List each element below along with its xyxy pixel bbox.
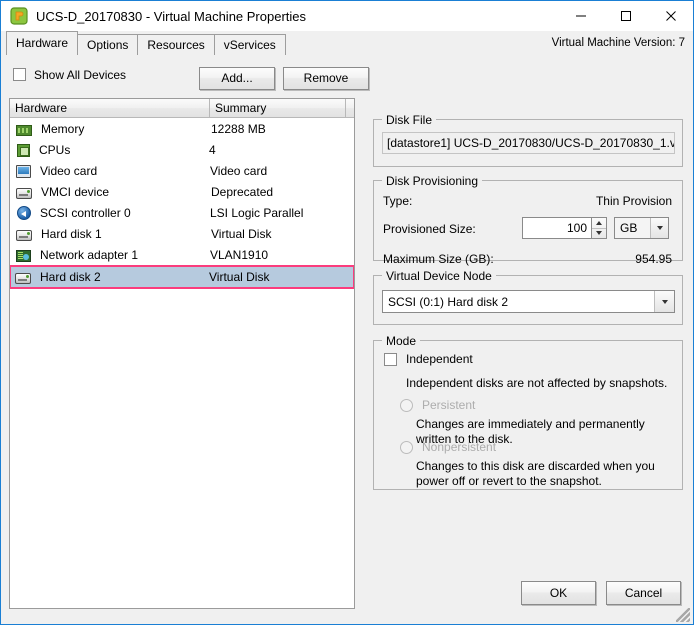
hardware-list-rows: Memory 12288 MB CPUs 4 Video card Video … [10,118,354,289]
table-row[interactable]: CPUs 4 [10,139,354,160]
table-row[interactable]: Video card Video card [10,160,354,181]
virtual-device-node-select[interactable]: SCSI (0:1) Hard disk 2 [382,290,675,313]
stepper-up-icon[interactable] [592,218,606,229]
cpu-icon [17,144,30,157]
row-summary: Deprecated [211,184,274,199]
disk-file-path: [datastore1] UCS-D_20170830/UCS-D_201708… [382,132,675,154]
show-all-devices-label: Show All Devices [34,67,127,82]
independent-checkbox[interactable] [384,352,397,366]
unit-select[interactable]: GB [614,217,669,239]
row-summary: 4 [209,142,216,157]
independent-row[interactable]: Independent [384,352,473,366]
disk-provisioning-group-title: Disk Provisioning [382,174,483,188]
row-name: Hard disk 1 [41,226,102,241]
row-summary: 12288 MB [211,121,266,136]
tab-strip: Hardware Options Resources vServices Vir… [1,31,693,55]
virtual-device-node-group-title: Virtual Device Node [382,269,496,283]
type-label: Type: [383,194,413,208]
show-all-devices-row: Show All Devices Add... Remove [13,67,369,91]
nonpersistent-description: Changes to this disk are discarded when … [416,459,655,488]
network-icon [16,249,31,262]
persistent-label: Persistent [422,398,476,412]
tab-options[interactable]: Options [77,34,139,55]
chevron-down-icon[interactable] [654,291,674,312]
title-bar: UCS-D_20170830 - Virtual Machine Propert… [1,1,693,31]
chevron-down-icon[interactable] [650,218,668,238]
provisioned-size-input[interactable]: 100 [522,217,592,239]
tab-hardware[interactable]: Hardware [6,31,79,55]
row-summary: LSI Logic Parallel [210,205,304,220]
row-name: SCSI controller 0 [40,205,131,220]
type-value: Thin Provision [595,194,672,208]
table-row-selected[interactable]: Hard disk 2 Virtual Disk [10,265,354,289]
content-area: Show All Devices Add... Remove Hardware … [1,55,693,624]
quantity-stepper[interactable] [592,217,607,239]
vm-icon [9,6,29,26]
virtual-device-node-group: Virtual Device Node SCSI (0:1) Hard disk… [373,269,683,325]
add-button[interactable]: Add... [199,67,275,90]
tab-vservices[interactable]: vServices [213,34,286,55]
window-controls [558,1,693,31]
maximum-size-value: 954.95 [635,252,672,266]
disk-file-group: Disk File [datastore1] UCS-D_20170830/UC… [373,113,683,167]
table-row[interactable]: SCSI controller 0 LSI Logic Parallel [10,202,354,223]
mode-group: Mode Independent Independent disks are n… [373,334,683,490]
memory-icon [16,124,32,136]
cancel-button[interactable]: Cancel [606,581,681,605]
nonpersistent-radio[interactable] [400,440,413,454]
vm-version-label: Virtual Machine Version: 7 [551,37,685,49]
window-title: UCS-D_20170830 - Virtual Machine Propert… [36,8,307,24]
row-summary: VLAN1910 [210,247,269,262]
row-name: Memory [41,121,85,136]
row-name: Video card [40,163,98,178]
minimize-icon[interactable] [558,1,603,31]
video-icon [16,165,31,178]
show-all-devices-checkbox[interactable] [13,68,26,82]
row-summary: Virtual Disk [211,226,272,241]
table-row[interactable]: Memory 12288 MB [10,118,354,139]
row-name: VMCI device [41,184,110,199]
column-header-spacer [346,99,354,117]
provisioned-size-label: Provisioned Size: [383,222,476,236]
disk-provisioning-group: Disk Provisioning Type: Thin Provision P… [373,174,683,266]
table-row[interactable]: VMCI device Deprecated [10,181,354,202]
tab-resources[interactable]: Resources [137,34,215,55]
virtual-device-node-value: SCSI (0:1) Hard disk 2 [388,294,509,309]
row-summary: Video card [210,163,268,178]
maximum-size-label: Maximum Size (GB): [383,252,494,266]
row-summary: Virtual Disk [209,270,270,284]
disk-file-group-title: Disk File [382,113,437,127]
resize-grip[interactable] [676,608,690,622]
independent-description: Independent disks are not affected by sn… [406,376,668,390]
table-row[interactable]: Network adapter 1 VLAN1910 [10,244,354,265]
mode-group-title: Mode [382,334,421,348]
ok-button[interactable]: OK [521,581,596,605]
column-header-summary[interactable]: Summary [210,99,346,117]
hardware-list[interactable]: Hardware Summary Memory 12288 MB CPUs 4 [9,98,355,609]
disk-icon [15,273,31,284]
persistent-radio[interactable] [400,398,413,412]
independent-label: Independent [406,352,473,366]
column-header-hardware[interactable]: Hardware [10,99,210,117]
stepper-down-icon[interactable] [592,229,606,239]
maximize-icon[interactable] [603,1,648,31]
close-icon[interactable] [648,1,693,31]
row-name: CPUs [39,142,71,157]
hardware-list-header: Hardware Summary [10,99,354,118]
row-name: Network adapter 1 [40,247,139,262]
scsi-icon [17,206,31,220]
nonpersistent-radio-row[interactable]: Nonpersistent [400,440,496,454]
row-name: Hard disk 2 [40,270,101,284]
persistent-radio-row[interactable]: Persistent [400,398,475,412]
table-row[interactable]: Hard disk 1 Virtual Disk [10,223,354,244]
disk-icon [16,187,32,199]
nonpersistent-label: Nonpersistent [422,440,497,454]
vm-properties-window: UCS-D_20170830 - Virtual Machine Propert… [0,0,694,625]
disk-icon [16,229,32,241]
unit-value: GB [620,221,638,235]
remove-button[interactable]: Remove [283,67,369,90]
provisioned-size-value: 100 [566,221,587,235]
